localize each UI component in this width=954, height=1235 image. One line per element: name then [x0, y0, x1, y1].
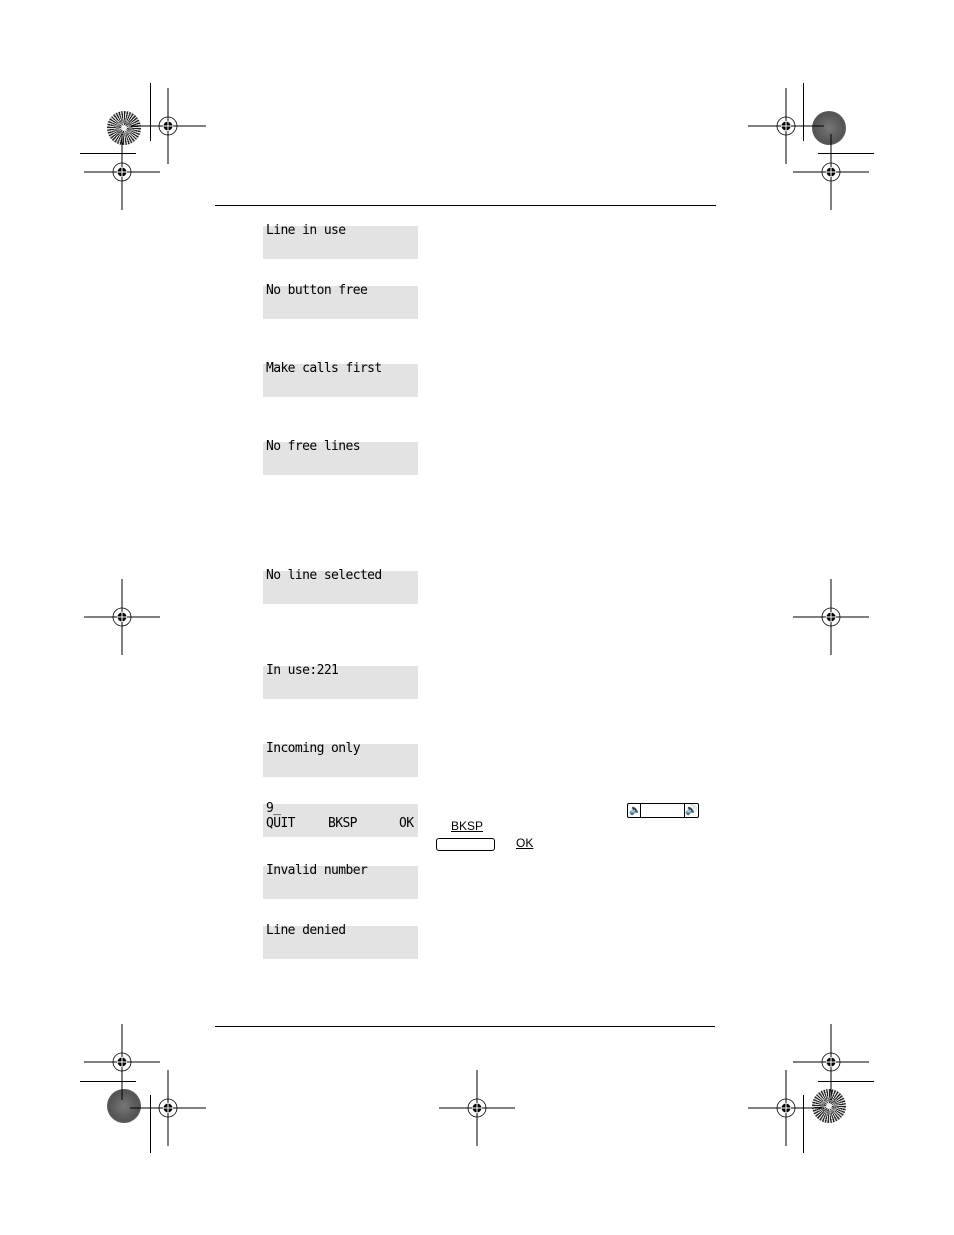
- lcd-display-no-free-lines: No free lines: [263, 439, 418, 475]
- lcd-display-no-button-free: No button free: [263, 283, 418, 319]
- registration-marks: [83, 87, 870, 1147]
- display-text: Incoming only: [266, 741, 361, 756]
- crosshair-icon: [83, 133, 161, 211]
- softkey-ok[interactable]: OK: [399, 817, 414, 831]
- display-text: No free lines: [266, 439, 361, 454]
- blank-button-icon: [436, 838, 495, 851]
- display-text: No button free: [266, 283, 368, 298]
- lcd-display-dial-entry: 9_ QUIT BKSP OK: [263, 801, 418, 837]
- lcd-display-line-in-use: Line in use: [263, 223, 418, 259]
- crosshair-icon: [438, 1069, 516, 1147]
- crosshair-icon: [129, 1069, 207, 1147]
- display-text: Line in use: [266, 223, 346, 238]
- softkey-bksp[interactable]: BKSP: [328, 817, 358, 831]
- lcd-display-line-denied: Line denied: [263, 923, 418, 959]
- lcd-display-invalid-number: Invalid number: [263, 863, 418, 899]
- lcd-display-make-calls-first: Make calls first: [263, 361, 418, 397]
- crosshair-icon: [747, 1069, 825, 1147]
- display-text: Make calls first: [266, 361, 382, 376]
- ok-softkey-label: OK: [516, 836, 534, 850]
- volume-bar-icon: 🔈 🔊: [627, 803, 699, 818]
- display-text: 9_: [266, 801, 281, 816]
- lcd-display-no-line-selected: No line selected: [263, 568, 418, 604]
- volume-up-icon: 🔊: [685, 805, 698, 816]
- lcd-display-in-use: In use:221: [263, 663, 418, 699]
- display-text: Line denied: [266, 923, 346, 938]
- crosshair-icon: [792, 133, 870, 211]
- crosshair-icon: [792, 578, 870, 656]
- softkey-quit[interactable]: QUIT: [266, 817, 296, 831]
- display-text: In use:221: [266, 663, 339, 678]
- crosshair-icon: [129, 87, 207, 165]
- crosshair-icon: [83, 578, 161, 656]
- crosshair-icon: [83, 1023, 161, 1101]
- display-text: No line selected: [266, 568, 382, 583]
- lcd-display-incoming-only: Incoming only: [263, 741, 418, 777]
- crosshair-icon: [792, 1023, 870, 1101]
- bksp-softkey-label: BKSP: [451, 819, 484, 833]
- crosshair-icon: [747, 87, 825, 165]
- display-text: Invalid number: [266, 863, 368, 878]
